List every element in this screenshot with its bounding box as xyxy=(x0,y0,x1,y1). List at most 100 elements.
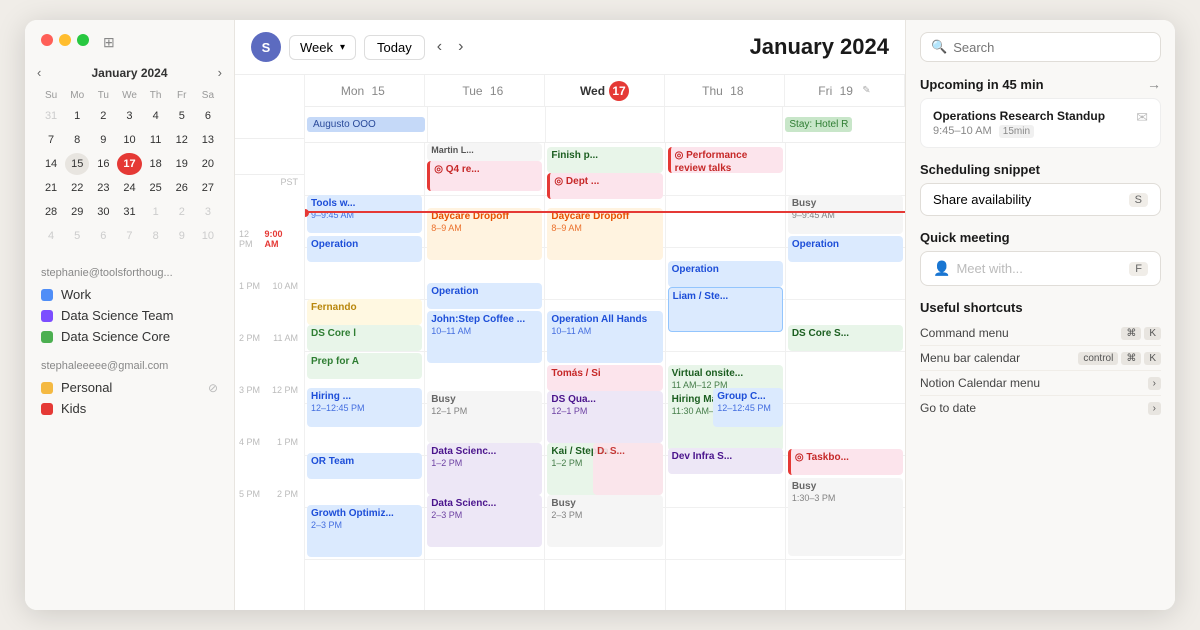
share-availability-button[interactable]: Share availability S xyxy=(920,183,1161,216)
event-all-hands[interactable]: Operation All Hands 10–11 AM xyxy=(547,311,662,363)
mini-cal-day[interactable]: 19 xyxy=(170,153,194,175)
day-scroll[interactable]: Tools w... 9–9:45 AM Operation Fernando … xyxy=(305,143,905,610)
next-button[interactable]: › xyxy=(454,34,467,60)
event-taskbo[interactable]: ◎ Taskbo... xyxy=(788,449,903,475)
search-bar[interactable]: 🔍 xyxy=(920,32,1161,62)
event-daycare-wed[interactable]: Daycare Dropoff 8–9 AM xyxy=(547,208,662,260)
event-tools-w[interactable]: Tools w... 9–9:45 AM xyxy=(307,195,422,233)
mini-cal-day[interactable]: 8 xyxy=(144,225,168,247)
event-liam-ste[interactable]: Liam / Ste... xyxy=(668,287,783,332)
mini-cal-day[interactable]: 7 xyxy=(39,129,63,151)
day-header-thu[interactable]: Thu 18 xyxy=(665,75,785,106)
mini-cal-day[interactable]: 17 xyxy=(117,153,141,175)
mini-cal-day[interactable]: 5 xyxy=(65,225,89,247)
mini-cal-day[interactable]: 15 xyxy=(65,153,89,175)
mini-cal-day[interactable]: 28 xyxy=(39,201,63,223)
allday-event-augusto[interactable]: Augusto OOO xyxy=(307,117,425,132)
event-tomas[interactable]: Tomás / Si xyxy=(547,365,662,391)
sidebar-calendar-item[interactable]: Work xyxy=(41,287,218,302)
mini-cal-day[interactable]: 4 xyxy=(144,105,168,127)
mini-cal-day[interactable]: 10 xyxy=(117,129,141,151)
mini-cal-day[interactable]: 3 xyxy=(196,201,220,223)
event-busy-wed[interactable]: Busy 2–3 PM xyxy=(547,495,662,547)
event-ds-qua[interactable]: DS Qua... 12–1 PM xyxy=(547,391,662,443)
search-input[interactable] xyxy=(953,40,1150,55)
mini-cal-day[interactable]: 5 xyxy=(170,105,194,127)
mini-cal-day[interactable]: 21 xyxy=(39,177,63,199)
mini-cal-day[interactable]: 12 xyxy=(170,129,194,151)
event-group-c[interactable]: Group C... 12–12:45 PM xyxy=(713,388,783,427)
mini-cal-day[interactable]: 4 xyxy=(39,225,63,247)
event-operation-mon[interactable]: Operation xyxy=(307,236,422,262)
sidebar-toggle[interactable]: ⊞ xyxy=(103,34,115,51)
event-dev-infra[interactable]: Dev Infra S... xyxy=(668,448,783,474)
mini-cal-day[interactable]: 1 xyxy=(65,105,89,127)
event-finish-p[interactable]: Finish p... xyxy=(547,147,662,173)
event-daycare-tue[interactable]: Daycare Dropoff 8–9 AM xyxy=(427,208,542,260)
mini-cal-day[interactable]: 25 xyxy=(144,177,168,199)
event-john-step-coffee[interactable]: John:Step Coffee ... 10–11 AM xyxy=(427,311,542,363)
mini-cal-day[interactable]: 31 xyxy=(117,201,141,223)
mini-cal-day[interactable]: 9 xyxy=(170,225,194,247)
mini-cal-day[interactable]: 27 xyxy=(196,177,220,199)
event-busy-tue[interactable]: Busy 12–1 PM xyxy=(427,391,542,443)
event-data-scienc-tue1[interactable]: Data Scienc... 1–2 PM xyxy=(427,443,542,495)
mini-cal-day[interactable]: 9 xyxy=(91,129,115,151)
mini-cal-day[interactable]: 16 xyxy=(91,153,115,175)
event-q4[interactable]: ◎ Q4 re... xyxy=(427,161,542,191)
mini-cal-day[interactable]: 6 xyxy=(91,225,115,247)
meet-input[interactable]: 👤 Meet with... F xyxy=(920,251,1161,286)
mini-cal-day[interactable]: 2 xyxy=(170,201,194,223)
event-fernando[interactable]: Fernando xyxy=(307,299,422,325)
avatar[interactable]: S xyxy=(251,32,281,62)
prev-button[interactable]: ‹ xyxy=(433,34,446,60)
mini-cal-day[interactable]: 6 xyxy=(196,105,220,127)
mini-cal-day[interactable]: 7 xyxy=(117,225,141,247)
view-selector[interactable]: Week ▾ xyxy=(289,35,356,60)
event-hiring-mon[interactable]: Hiring ... 12–12:45 PM xyxy=(307,388,422,427)
mini-cal-day[interactable]: 8 xyxy=(65,129,89,151)
mini-cal-day[interactable]: 26 xyxy=(170,177,194,199)
mini-cal-day[interactable]: 1 xyxy=(144,201,168,223)
event-dept[interactable]: ◎ Dept ... xyxy=(547,173,662,199)
event-operation-tue[interactable]: Operation xyxy=(427,283,542,309)
mini-cal-day[interactable]: 10 xyxy=(196,225,220,247)
event-data-scienc-tue2[interactable]: Data Scienc... 2–3 PM xyxy=(427,495,542,547)
event-or-team[interactable]: OR Team xyxy=(307,453,422,479)
mini-cal-day[interactable]: 3 xyxy=(117,105,141,127)
day-header-mon[interactable]: Mon 15 xyxy=(305,75,425,106)
close-button[interactable] xyxy=(41,34,53,46)
sidebar-calendar-item[interactable]: Personal⊘ xyxy=(41,380,218,395)
event-growth[interactable]: Growth Optimiz... 2–3 PM xyxy=(307,505,422,557)
event-operation-fri[interactable]: Operation xyxy=(788,236,903,262)
mini-cal-day[interactable]: 2 xyxy=(91,105,115,127)
event-d-s[interactable]: D. S... xyxy=(593,443,663,495)
mini-cal-day[interactable]: 11 xyxy=(144,129,168,151)
event-ds-core-mon[interactable]: DS Core l xyxy=(307,325,422,351)
event-busy-fri1[interactable]: Busy 9–9:45 AM xyxy=(788,195,903,234)
allday-event-hotel[interactable]: Stay: Hotel R xyxy=(785,117,852,132)
fri-add-icon[interactable]: ✎ xyxy=(862,85,870,96)
day-header-fri[interactable]: Fri 19 ✎ xyxy=(785,75,905,106)
mini-cal-day[interactable]: 29 xyxy=(65,201,89,223)
mini-cal-day[interactable]: 31 xyxy=(39,105,63,127)
event-ds-core-fri[interactable]: DS Core S... xyxy=(788,325,903,351)
event-busy-fri2[interactable]: Busy 1:30–3 PM xyxy=(788,478,903,556)
upcoming-card[interactable]: Operations Research Standup 9:45–10 AM 1… xyxy=(920,98,1161,148)
mini-cal-next[interactable]: › xyxy=(218,65,222,80)
event-martin[interactable]: Martin L... xyxy=(427,143,542,161)
mini-cal-day[interactable]: 13 xyxy=(196,129,220,151)
mini-cal-day[interactable]: 14 xyxy=(39,153,63,175)
event-operation-thu[interactable]: Operation xyxy=(668,261,783,287)
sidebar-calendar-item[interactable]: Data Science Team xyxy=(41,308,218,323)
today-button[interactable]: Today xyxy=(364,35,425,60)
minimize-button[interactable] xyxy=(59,34,71,46)
mini-cal-day[interactable]: 22 xyxy=(65,177,89,199)
mini-cal-day[interactable]: 20 xyxy=(196,153,220,175)
day-header-tue[interactable]: Tue 16 xyxy=(425,75,545,106)
event-performance-review[interactable]: ◎ Performance review talks xyxy=(668,147,783,173)
mini-cal-day[interactable]: 24 xyxy=(117,177,141,199)
mini-cal-day[interactable]: 23 xyxy=(91,177,115,199)
mini-cal-day[interactable]: 30 xyxy=(91,201,115,223)
day-header-wed[interactable]: Wed 17 xyxy=(545,75,665,106)
